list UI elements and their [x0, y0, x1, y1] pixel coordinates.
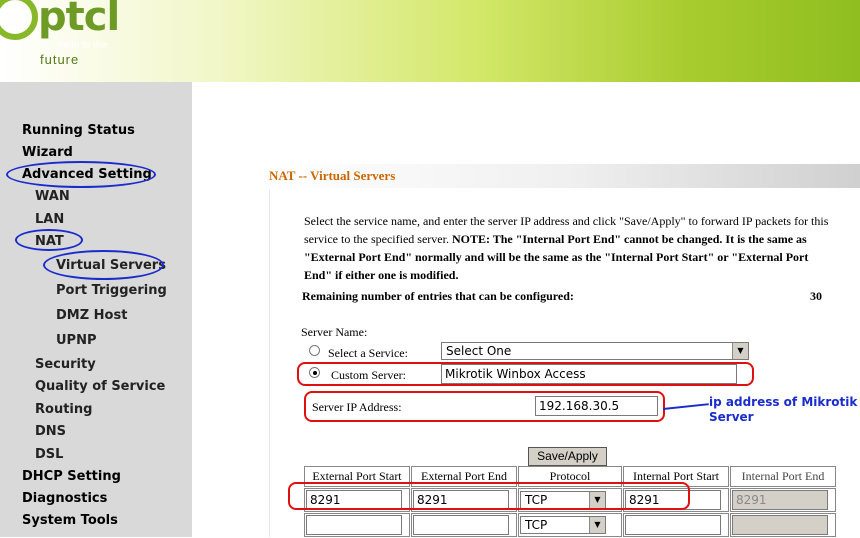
sidebar-item-wan[interactable]: WAN — [35, 189, 70, 204]
brand-logo: ptcl — [38, 0, 120, 40]
sidebar-item-routing[interactable]: Routing — [35, 402, 92, 417]
sidebar-item-diagnostics[interactable]: Diagnostics — [22, 491, 107, 506]
highlight-server-ip — [304, 391, 665, 422]
remaining-entries-label: Remaining number of entries that can be … — [302, 289, 574, 303]
header-banner: ptcl hello to the future — [0, 0, 860, 82]
sidebar-nav: Running Status Wizard Advanced Setting W… — [0, 82, 192, 537]
highlight-custom-server — [297, 362, 754, 386]
sidebar-item-dsl[interactable]: DSL — [35, 447, 63, 462]
service-select-value: Select One — [446, 344, 512, 358]
ptcl-logo-swirl-icon — [0, 0, 38, 40]
annotation-text: ip address of Mikrotik Server — [709, 395, 857, 425]
sidebar-item-system-tools[interactable]: System Tools — [22, 513, 118, 528]
sidebar-item-lan[interactable]: LAN — [35, 212, 64, 227]
column-header-internal-port-end: Internal Port End — [730, 466, 836, 487]
annotation-oval-advanced-setting — [6, 161, 156, 188]
internal-port-end-input — [732, 515, 828, 535]
logo-tagline: hello to the — [58, 40, 107, 51]
internal-port-start-input[interactable] — [625, 515, 721, 535]
chevron-down-icon[interactable]: ▼ — [589, 517, 605, 533]
chevron-down-icon[interactable]: ▼ — [732, 343, 748, 359]
select-service-radio[interactable] — [309, 345, 320, 356]
server-name-label: Server Name: — [301, 325, 368, 339]
logo-tagline-future: future — [40, 52, 80, 67]
service-select[interactable]: Select One ▼ — [441, 342, 749, 360]
annotation-line-2: Server — [709, 410, 754, 424]
protocol-select-value: TCP — [525, 518, 548, 532]
external-port-start-input[interactable] — [306, 515, 402, 535]
internal-port-end-input: 8291 — [732, 490, 828, 510]
sidebar-item-upnp[interactable]: UPNP — [56, 333, 97, 348]
page-title: NAT -- Virtual Servers — [269, 164, 860, 188]
protocol-select[interactable]: TCP ▼ — [520, 516, 606, 534]
select-service-label: Select a Service: — [328, 346, 408, 360]
annotation-oval-nat — [15, 229, 83, 251]
table-row: TCP ▼ — [304, 513, 836, 537]
page-description: Select the service name, and enter the s… — [304, 212, 829, 284]
remaining-entries-value: 30 — [810, 289, 822, 303]
sidebar-item-quality-of-service[interactable]: Quality of Service — [35, 379, 165, 394]
sidebar-item-wizard[interactable]: Wizard — [22, 145, 73, 160]
sidebar-item-dns[interactable]: DNS — [35, 424, 66, 439]
annotation-line-1: ip address of Mikrotik — [709, 395, 858, 409]
sidebar-item-running-status[interactable]: Running Status — [22, 123, 135, 138]
sidebar-item-dhcp-setting[interactable]: DHCP Setting — [22, 469, 121, 484]
annotation-oval-virtual-servers — [43, 250, 164, 280]
highlight-port-row — [288, 482, 690, 510]
annotation-arrow-line — [662, 403, 709, 410]
sidebar-item-dmz-host[interactable]: DMZ Host — [56, 308, 127, 323]
sidebar-item-security[interactable]: Security — [35, 357, 96, 372]
content-divider — [269, 190, 270, 537]
sidebar-item-port-triggering[interactable]: Port Triggering — [56, 283, 167, 298]
external-port-end-input[interactable] — [413, 515, 509, 535]
save-apply-button[interactable]: Save/Apply — [528, 447, 607, 466]
